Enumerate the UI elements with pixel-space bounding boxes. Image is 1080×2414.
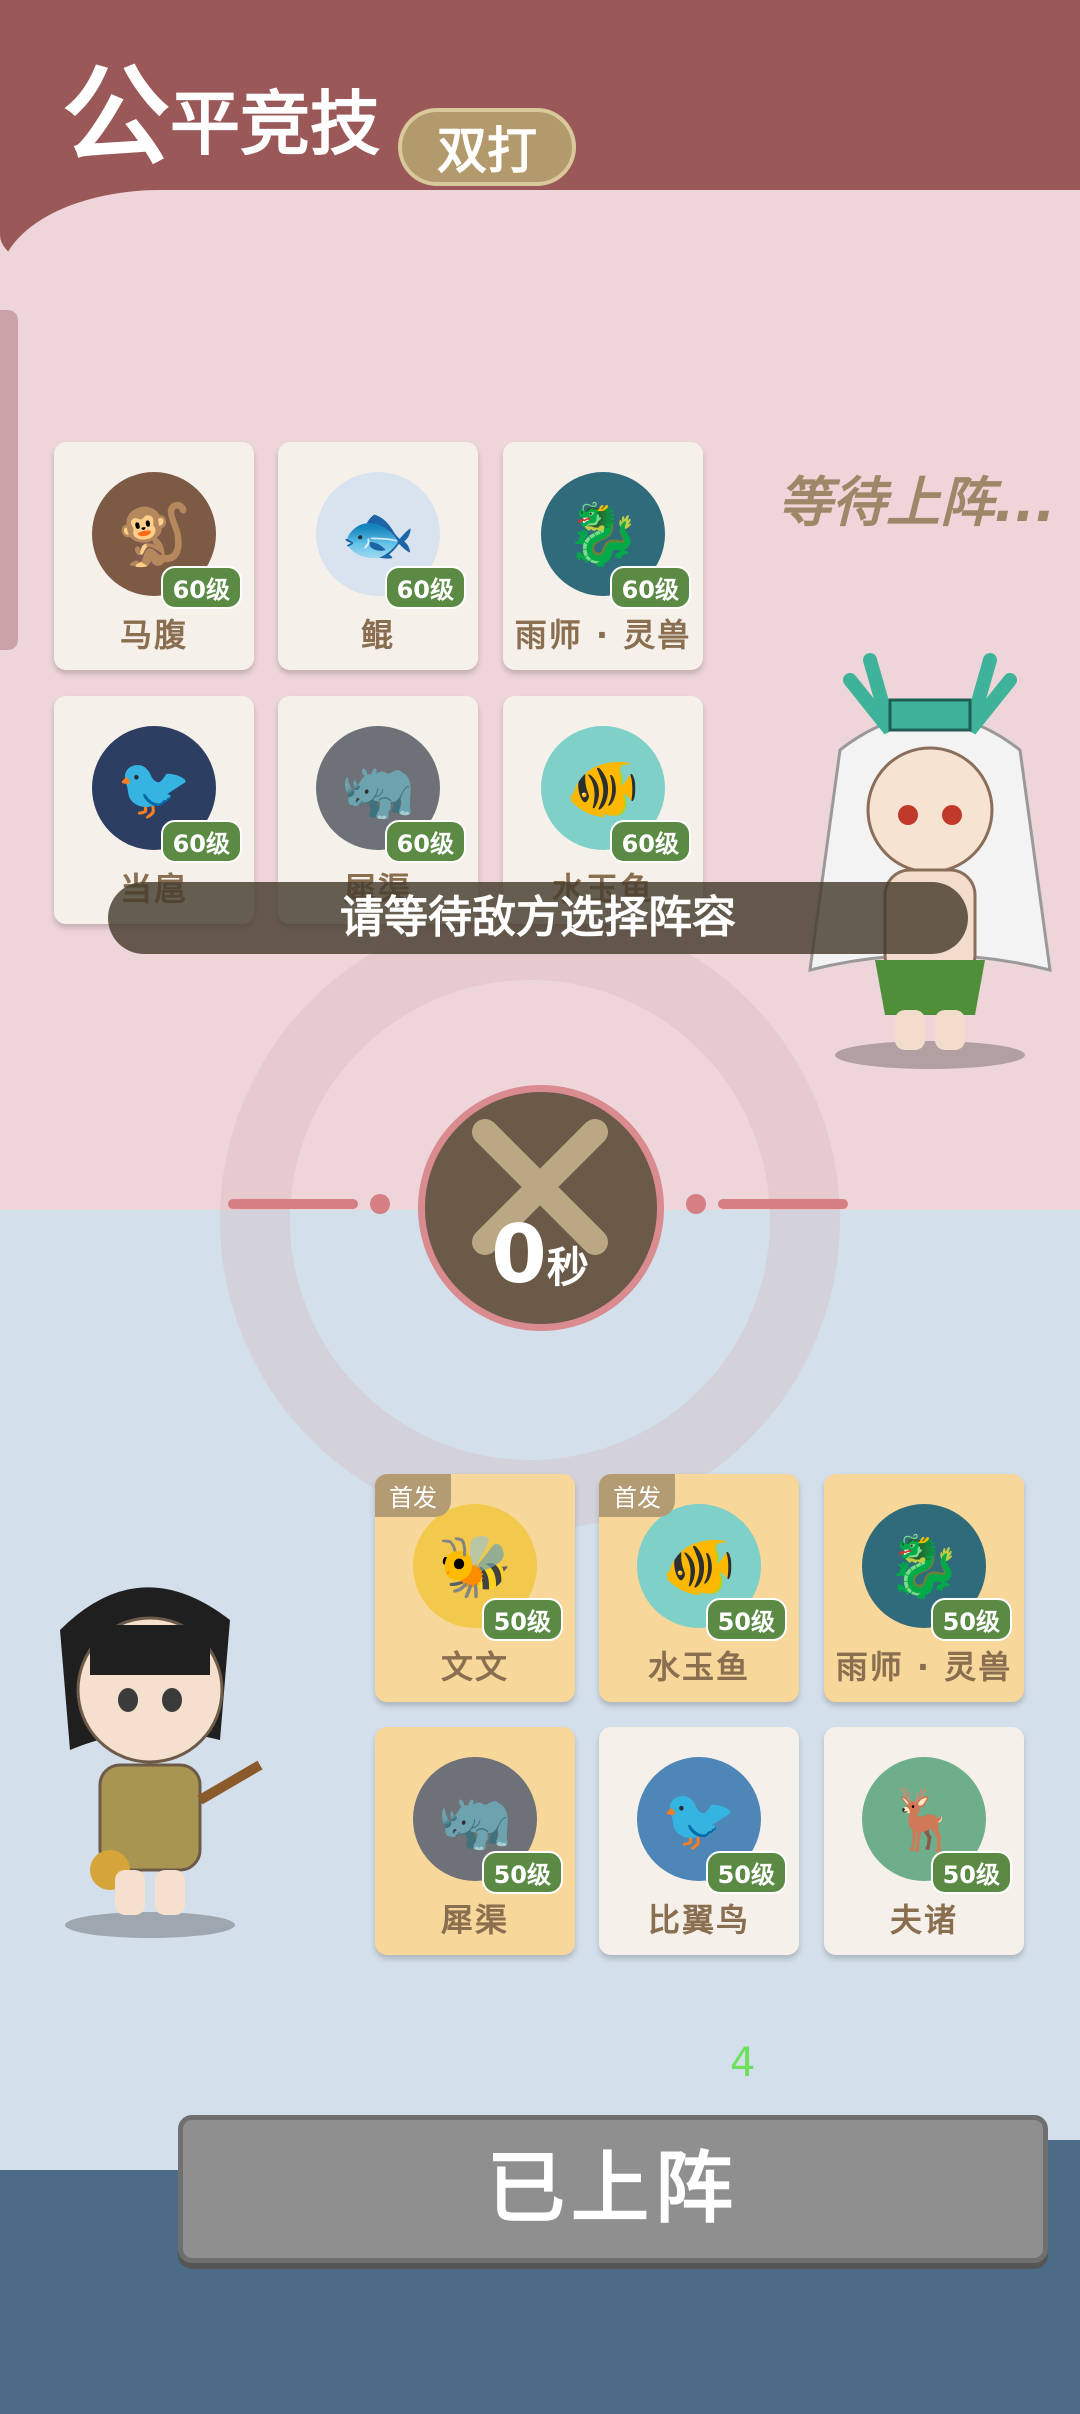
pet-name: 犀渠 <box>440 1901 509 1939</box>
starter-badge: 首发 <box>599 1474 675 1517</box>
enemy-pet-card: 🐟 60级 鲲 <box>278 442 478 670</box>
timer-dot-right <box>686 1194 706 1214</box>
player-pet-card[interactable]: 🐉 50级 雨师 · 灵兽 <box>824 1474 1024 1702</box>
timer-divider-right <box>718 1199 848 1209</box>
page-title-first-char: 公 <box>62 55 171 180</box>
pet-level-badge: 60级 <box>160 820 242 863</box>
player-pet-card[interactable]: 🦌 50级 夫诸 <box>824 1727 1024 1955</box>
pet-name: 水玉鱼 <box>647 1648 750 1686</box>
timer-dot-left <box>370 1194 390 1214</box>
pet-level-badge: 50级 <box>705 1851 787 1894</box>
ready-button[interactable]: 已上阵 <box>178 2115 1048 2263</box>
pet-name: 比翼鸟 <box>647 1901 750 1939</box>
player-pet-card[interactable]: 🦏 50级 犀渠 <box>375 1727 575 1955</box>
side-pull-tab[interactable] <box>0 310 18 650</box>
waiting-notice-banner: 请等待敌方选择阵容 <box>108 882 968 954</box>
countdown-timer: 0秒 <box>418 1085 664 1331</box>
pet-name: 文文 <box>440 1648 509 1686</box>
enemy-pet-card: 🐒 60级 马腹 <box>54 442 254 670</box>
page-title: 公平竞技 <box>62 58 380 184</box>
pet-name: 马腹 <box>119 616 188 654</box>
pet-level-badge: 60级 <box>160 566 242 609</box>
pet-level-badge: 50级 <box>930 1851 1012 1894</box>
page-title-rest: 平竞技 <box>170 83 381 165</box>
player-pet-card[interactable]: 🐦 50级 比翼鸟 <box>599 1727 799 1955</box>
pet-level-badge: 50级 <box>930 1598 1012 1641</box>
pet-level-badge: 60级 <box>384 820 466 863</box>
pet-level-badge: 50级 <box>481 1598 563 1641</box>
timer-divider-left <box>228 1199 358 1209</box>
player-character-avatar <box>60 1587 263 1938</box>
pet-level-badge: 50级 <box>481 1851 563 1894</box>
pet-name: 鲲 <box>360 616 395 654</box>
pet-level-badge: 60级 <box>384 566 466 609</box>
pet-name: 雨师 · 灵兽 <box>514 616 692 654</box>
enemy-character-avatar <box>808 653 1052 1069</box>
pet-level-badge: 60级 <box>609 566 691 609</box>
starter-badge: 首发 <box>375 1474 451 1517</box>
header-wave <box>0 190 1080 330</box>
pet-level-badge: 60级 <box>609 820 691 863</box>
timer-value: 0秒 <box>491 1208 589 1301</box>
debug-counter: 4 <box>730 2040 756 2086</box>
player-pet-card[interactable]: 🐠 首发 50级 水玉鱼 <box>599 1474 799 1702</box>
pet-name: 夫诸 <box>889 1901 958 1939</box>
pet-name: 雨师 · 灵兽 <box>835 1648 1013 1686</box>
mode-badge: 双打 <box>398 108 576 186</box>
enemy-status-text: 等待上阵... <box>778 471 1056 534</box>
enemy-pet-card: 🐉 60级 雨师 · 灵兽 <box>503 442 703 670</box>
pet-level-badge: 50级 <box>705 1598 787 1641</box>
player-pet-card[interactable]: 🐝 首发 50级 文文 <box>375 1474 575 1702</box>
